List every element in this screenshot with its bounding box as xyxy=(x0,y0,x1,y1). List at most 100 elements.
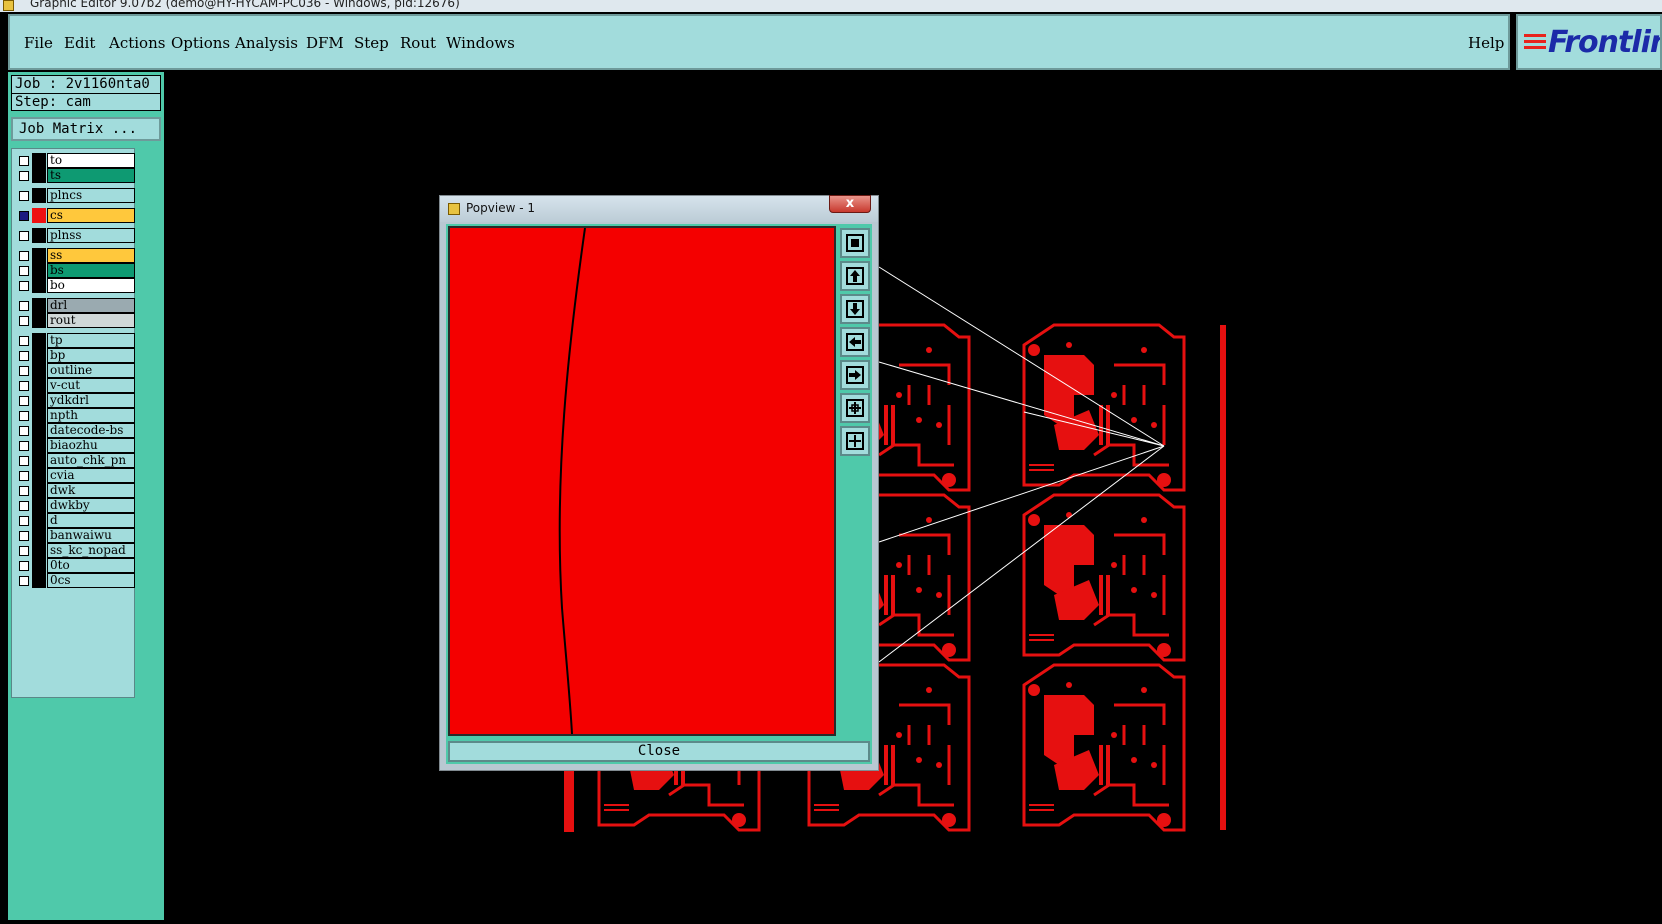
layer-row-plncs[interactable]: plncs xyxy=(15,188,135,203)
layer-checkbox[interactable] xyxy=(19,156,29,166)
layer-name[interactable]: npth xyxy=(47,408,135,423)
layer-checkbox[interactable] xyxy=(19,316,29,326)
layer-name[interactable]: to xyxy=(47,153,135,168)
layer-checkbox[interactable] xyxy=(19,301,29,311)
layer-color-swatch[interactable] xyxy=(32,513,46,528)
layer-checkbox[interactable] xyxy=(19,546,29,556)
layer-row-auto_chk_pn[interactable]: auto_chk_pn xyxy=(15,453,135,468)
layer-name[interactable]: ts xyxy=(47,168,135,183)
layer-name[interactable]: dwkby xyxy=(47,498,135,513)
layer-color-swatch[interactable] xyxy=(32,573,46,588)
layer-checkbox[interactable] xyxy=(19,266,29,276)
layer-checkbox[interactable] xyxy=(19,441,29,451)
layer-color-swatch[interactable] xyxy=(32,378,46,393)
popview-close-button[interactable]: Close xyxy=(448,741,870,762)
menu-analysis[interactable]: Analysis xyxy=(235,34,298,52)
layer-checkbox[interactable] xyxy=(19,561,29,571)
layer-row-plnss[interactable]: plnss xyxy=(15,228,135,243)
layer-row-drl[interactable]: drl xyxy=(15,298,135,313)
layer-checkbox[interactable] xyxy=(19,531,29,541)
layer-color-swatch[interactable] xyxy=(32,408,46,423)
popview-close-x-button[interactable]: x xyxy=(829,195,871,213)
layer-color-swatch[interactable] xyxy=(32,333,46,348)
layer-checkbox[interactable] xyxy=(19,486,29,496)
layer-checkbox[interactable] xyxy=(19,396,29,406)
layer-color-swatch[interactable] xyxy=(32,498,46,513)
layer-row-cs[interactable]: cs xyxy=(15,208,135,223)
pan-up-button[interactable] xyxy=(840,261,870,291)
layer-row-v-cut[interactable]: v-cut xyxy=(15,378,135,393)
layer-row-banwaiwu[interactable]: banwaiwu xyxy=(15,528,135,543)
menu-help[interactable]: Help xyxy=(1468,34,1504,52)
layer-name[interactable]: dwk xyxy=(47,483,135,498)
layer-name[interactable]: d xyxy=(47,513,135,528)
layer-color-swatch[interactable] xyxy=(32,393,46,408)
layer-checkbox[interactable] xyxy=(19,501,29,511)
layer-color-swatch[interactable] xyxy=(32,313,46,328)
layer-name[interactable]: bs xyxy=(47,263,135,278)
layer-row-bp[interactable]: bp xyxy=(15,348,135,363)
zoom-home-button[interactable] xyxy=(840,228,870,258)
layer-checkbox[interactable] xyxy=(19,336,29,346)
layer-row-d[interactable]: d xyxy=(15,513,135,528)
menu-edit[interactable]: Edit xyxy=(64,34,95,52)
layer-name[interactable]: bp xyxy=(47,348,135,363)
layer-row-cvia[interactable]: cvia xyxy=(15,468,135,483)
layer-name[interactable]: plncs xyxy=(47,188,135,203)
graphic-canvas[interactable]: Popview - 1 x Close xyxy=(164,72,1662,920)
layer-row-bo[interactable]: bo xyxy=(15,278,135,293)
layer-color-swatch[interactable] xyxy=(32,208,46,223)
layer-color-swatch[interactable] xyxy=(32,438,46,453)
layer-checkbox[interactable] xyxy=(19,381,29,391)
layer-color-swatch[interactable] xyxy=(32,228,46,243)
menu-step[interactable]: Step xyxy=(354,34,389,52)
zoom-out-button[interactable] xyxy=(840,393,870,423)
menu-actions[interactable]: Actions xyxy=(109,34,165,52)
layer-row-datecode-bs[interactable]: datecode-bs xyxy=(15,423,135,438)
layer-name[interactable]: rout xyxy=(47,313,135,328)
layer-color-swatch[interactable] xyxy=(32,188,46,203)
layer-checkbox[interactable] xyxy=(19,231,29,241)
layer-name[interactable]: 0to xyxy=(47,558,135,573)
layer-checkbox[interactable] xyxy=(19,516,29,526)
layer-name[interactable]: 0cs xyxy=(47,573,135,588)
layer-row-outline[interactable]: outline xyxy=(15,363,135,378)
layer-color-swatch[interactable] xyxy=(32,348,46,363)
layer-name[interactable]: cvia xyxy=(47,468,135,483)
layer-row-to[interactable]: to xyxy=(15,153,135,168)
popview-zoom-view[interactable] xyxy=(448,226,836,736)
layer-checkbox[interactable] xyxy=(19,366,29,376)
layer-color-swatch[interactable] xyxy=(32,483,46,498)
layer-name[interactable]: biaozhu xyxy=(47,438,135,453)
layer-checkbox[interactable] xyxy=(19,281,29,291)
layer-color-swatch[interactable] xyxy=(32,543,46,558)
menu-file[interactable]: File xyxy=(24,34,53,52)
zoom-in-button[interactable] xyxy=(840,426,870,456)
layer-color-swatch[interactable] xyxy=(32,263,46,278)
pan-down-button[interactable] xyxy=(840,294,870,324)
layer-color-swatch[interactable] xyxy=(32,423,46,438)
layer-name[interactable]: cs xyxy=(47,208,135,223)
layer-checkbox[interactable] xyxy=(19,171,29,181)
layer-name[interactable]: ss_kc_nopad xyxy=(47,543,135,558)
layer-checkbox[interactable] xyxy=(19,426,29,436)
layer-name[interactable]: auto_chk_pn xyxy=(47,453,135,468)
layer-row-dwkby[interactable]: dwkby xyxy=(15,498,135,513)
layer-color-swatch[interactable] xyxy=(32,153,46,168)
layer-checkbox[interactable] xyxy=(19,471,29,481)
layer-name[interactable]: bo xyxy=(47,278,135,293)
menu-options[interactable]: Options xyxy=(171,34,230,52)
layer-name[interactable]: v-cut xyxy=(47,378,135,393)
layer-row-ss[interactable]: ss xyxy=(15,248,135,263)
popview-titlebar[interactable]: Popview - 1 x xyxy=(440,195,878,222)
job-matrix-button[interactable]: Job Matrix ... xyxy=(11,117,161,141)
pan-right-button[interactable] xyxy=(840,360,870,390)
layer-row-dwk[interactable]: dwk xyxy=(15,483,135,498)
layer-name[interactable]: banwaiwu xyxy=(47,528,135,543)
layer-row-0cs[interactable]: 0cs xyxy=(15,573,135,588)
layer-name[interactable]: drl xyxy=(47,298,135,313)
layer-name[interactable]: datecode-bs xyxy=(47,423,135,438)
layer-row-npth[interactable]: npth xyxy=(15,408,135,423)
layer-name[interactable]: tp xyxy=(47,333,135,348)
layer-row-biaozhu[interactable]: biaozhu xyxy=(15,438,135,453)
